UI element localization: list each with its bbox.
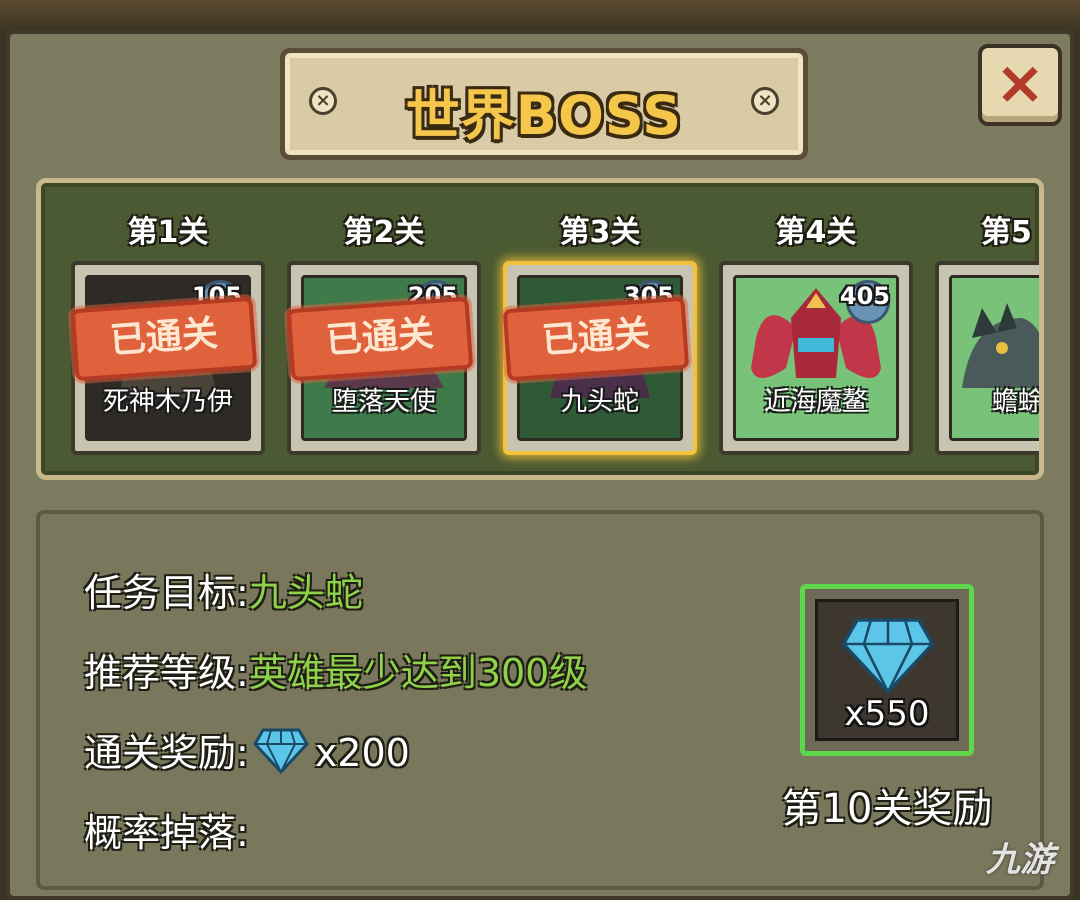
boss-name: 堕落天使	[331, 387, 436, 417]
mission-target-row: 任务目标:九头蛇	[84, 562, 363, 617]
cleared-stamp: 已通关	[502, 296, 690, 382]
close-button[interactable]: ×	[978, 44, 1062, 126]
stage10-reward-item[interactable]: x550	[800, 584, 974, 756]
clear-reward-row: 通关奖励: x200	[84, 722, 410, 783]
stage-item-1[interactable]: 第1关 105 死神木乃伊 已通关	[70, 183, 265, 473]
top-background-strip	[0, 0, 1080, 34]
boss-card-selected[interactable]: 305 九头蛇 已通关	[502, 261, 697, 455]
drop-label: 概率掉落:	[84, 811, 249, 855]
diamond-icon	[252, 728, 309, 783]
stage-label: 第3关	[559, 215, 641, 250]
stage-label: 第5	[981, 215, 1032, 250]
reward-count: x550	[844, 694, 930, 734]
stage10-reward-caption: 第10关奖励	[781, 786, 993, 832]
recommended-level-row: 推荐等级:英雄最少达到300级	[84, 642, 587, 697]
clear-reward-label: 通关奖励:	[84, 731, 249, 775]
boss-name: 蟾蜍	[992, 387, 1044, 417]
boss-card[interactable]: 蟾蜍	[935, 261, 1044, 455]
stage-item-3[interactable]: 第3关 305 九头蛇 已通关	[502, 183, 697, 473]
boss-name: 近海魔鳌	[763, 387, 868, 417]
mission-info-panel: 任务目标:九头蛇 推荐等级:英雄最少达到300级 通关奖励: x200 概率掉落:…	[36, 510, 1044, 890]
watermark-logo: 九游	[986, 840, 1054, 880]
boss-card[interactable]: 205 堕落天使 已通关	[286, 261, 481, 455]
stage-selector: 第1关 105 死神木乃伊 已通关 第2关 205 堕落天使 已通关 第3关 3…	[36, 178, 1044, 480]
close-icon: ×	[994, 48, 1046, 118]
boss-portrait: 405 近海魔鳌	[733, 275, 899, 441]
cleared-stamp: 已通关	[70, 296, 258, 382]
drop-row: 概率掉落:	[84, 802, 249, 857]
boss-name: 九头蛇	[560, 387, 639, 417]
title-plate: × × 世界BOSS	[280, 48, 808, 160]
stage-label: 第1关	[127, 215, 209, 250]
stage-label: 第2关	[343, 215, 425, 250]
clear-reward-value: x200	[314, 731, 410, 775]
boss-card[interactable]: 105 死神木乃伊 已通关	[70, 261, 265, 455]
stage-item-2[interactable]: 第2关 205 堕落天使 已通关	[286, 183, 481, 473]
mission-target-label: 任务目标:	[84, 571, 249, 615]
diamond-icon	[841, 618, 935, 695]
boss-card[interactable]: 405 近海魔鳌	[719, 261, 913, 455]
boss-level: 405	[839, 282, 890, 310]
boss-portrait: 蟾蜍	[949, 275, 1044, 441]
recommended-level-value: 英雄最少达到300级	[248, 651, 588, 695]
cleared-stamp: 已通关	[286, 296, 474, 382]
stage-item-4[interactable]: 第4关 405 近海魔鳌	[719, 183, 913, 473]
recommended-level-label: 推荐等级:	[84, 651, 249, 695]
stage-item-5[interactable]: 第5 蟾蜍	[935, 183, 1044, 473]
boss-name: 死神木乃伊	[102, 387, 233, 417]
stage-label: 第4关	[775, 215, 857, 250]
reward-slot: x550	[815, 599, 959, 741]
page-title: 世界BOSS	[405, 84, 683, 147]
mission-target-value: 九头蛇	[248, 571, 363, 615]
